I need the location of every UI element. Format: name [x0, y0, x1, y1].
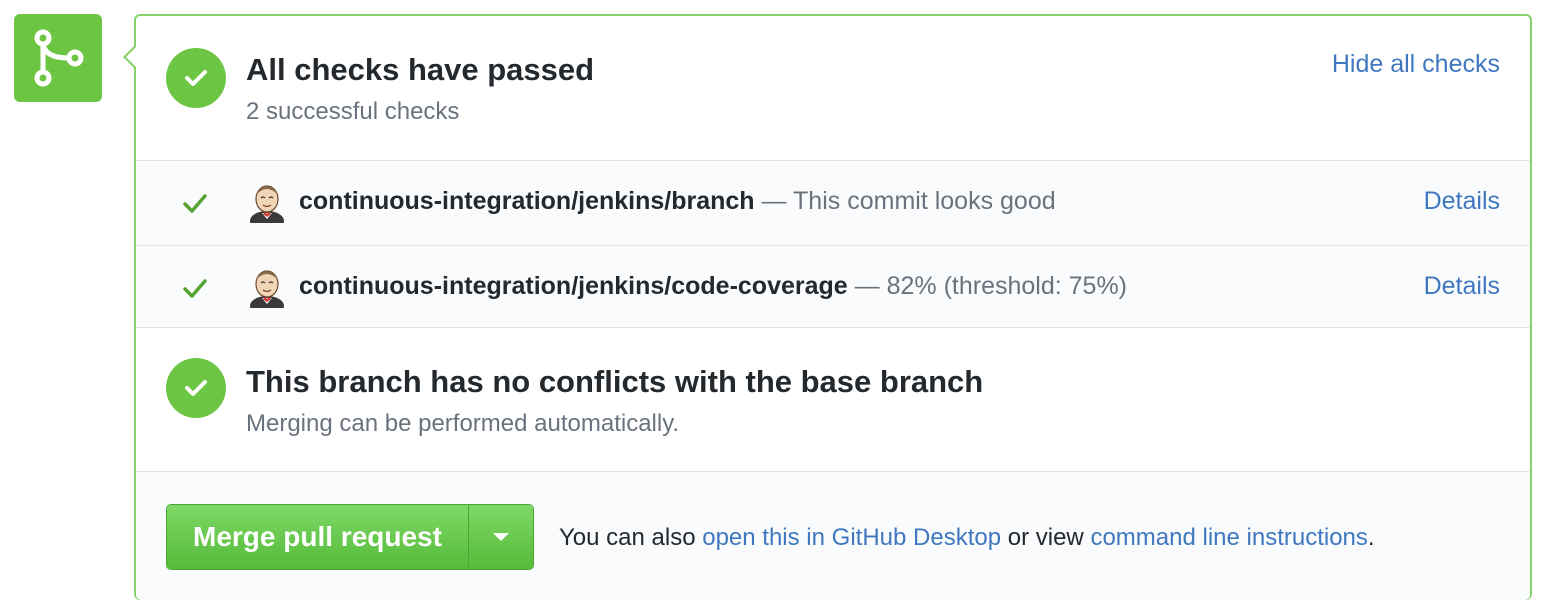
merge-pull-request-button[interactable]: Merge pull request	[167, 505, 468, 569]
no-conflicts-icon	[166, 358, 226, 418]
note-middle: or view	[1007, 524, 1084, 551]
checks-subtitle: 2 successful checks	[246, 98, 460, 125]
check-icon	[183, 279, 207, 298]
merge-button-group: Merge pull request	[166, 504, 534, 570]
note-prefix: You can also	[559, 524, 696, 551]
check-icon	[185, 70, 207, 86]
note-suffix: .	[1367, 524, 1375, 551]
merge-alternatives-note: You can also open this in GitHub Desktop…	[559, 524, 1375, 552]
branch-status-subtitle: Merging can be performed automatically.	[246, 410, 680, 437]
check-text: continuous-integration/jenkins/code-cove…	[299, 272, 1127, 301]
hide-all-checks-link[interactable]: Hide all checks	[1332, 50, 1500, 79]
check-icon	[183, 194, 207, 213]
caret-down-icon	[492, 533, 509, 541]
jenkins-avatar-icon	[250, 185, 284, 223]
jenkins-avatar-icon	[250, 270, 284, 308]
checks-title: All checks have passed	[246, 52, 595, 87]
check-row: continuous-integration/jenkins/branch — …	[136, 161, 1530, 245]
merge-status-icon-box	[14, 14, 102, 102]
git-merge-icon	[34, 29, 84, 87]
checks-passed-icon	[166, 48, 226, 108]
branch-status: This branch has no conflicts with the ba…	[136, 328, 1530, 472]
github-desktop-link[interactable]: open this in GitHub Desktop	[702, 524, 1001, 551]
check-text: continuous-integration/jenkins/branch — …	[299, 187, 1056, 216]
check-context: continuous-integration/jenkins/branch	[299, 187, 755, 215]
checks-list: continuous-integration/jenkins/branch — …	[136, 160, 1530, 328]
merge-panel: All checks have passed 2 successful chec…	[123, 14, 1532, 600]
check-row: continuous-integration/jenkins/code-cove…	[136, 245, 1530, 329]
merge-method-dropdown[interactable]	[467, 505, 533, 569]
check-description: — This commit looks good	[761, 187, 1056, 215]
check-context: continuous-integration/jenkins/code-cove…	[299, 272, 848, 300]
branch-status-title: This branch has no conflicts with the ba…	[246, 364, 984, 399]
check-details-link[interactable]: Details	[1424, 187, 1500, 216]
check-icon	[185, 380, 207, 396]
command-line-instructions-link[interactable]: command line instructions	[1090, 524, 1367, 551]
check-description: — 82% (threshold: 75%)	[854, 272, 1128, 300]
checks-summary: All checks have passed 2 successful chec…	[136, 16, 1530, 160]
check-details-link[interactable]: Details	[1424, 272, 1500, 301]
merge-actions: Merge pull request You can also open thi…	[136, 472, 1530, 600]
